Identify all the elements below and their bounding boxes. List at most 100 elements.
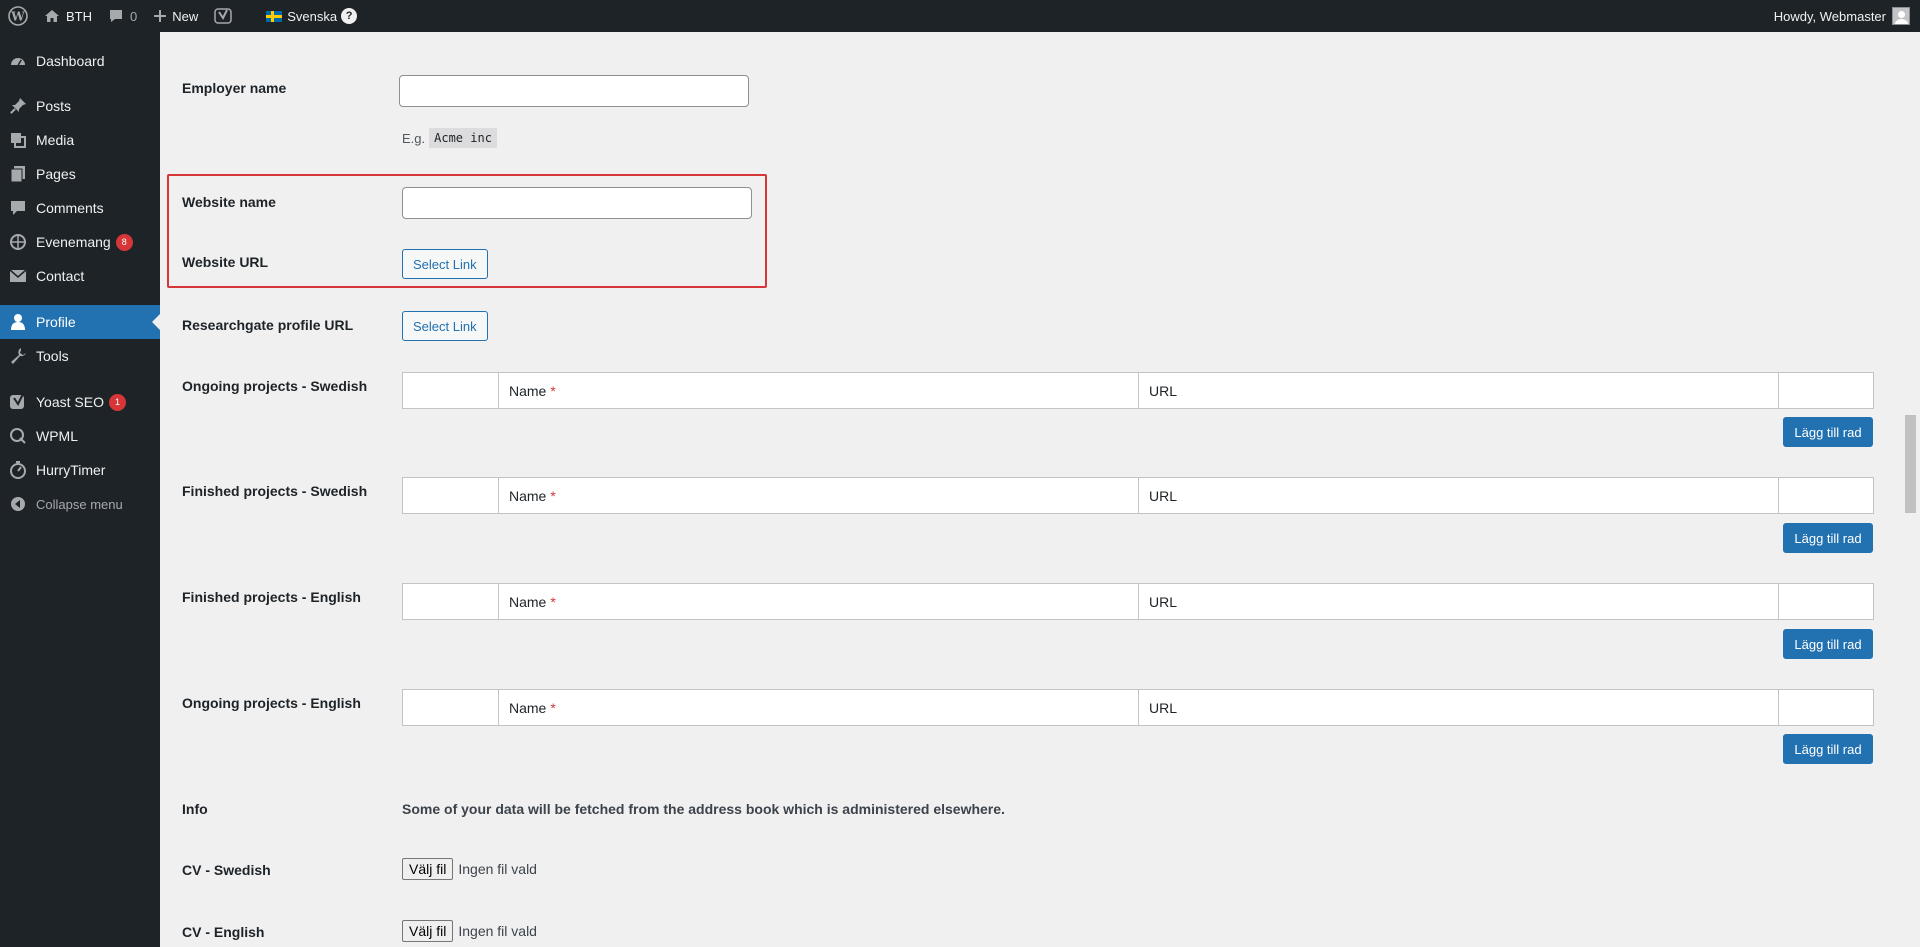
plus-icon [153, 9, 167, 23]
website-name-input[interactable] [402, 187, 752, 219]
add-row-button[interactable]: Lägg till rad [1783, 417, 1873, 447]
wordpress-logo-icon[interactable]: W [0, 0, 36, 32]
add-row-button[interactable]: Lägg till rad [1783, 523, 1873, 553]
info-text: Some of your data will be fetched from t… [402, 801, 1005, 817]
yoast-icon [214, 7, 232, 25]
url-column-header: URL [1139, 373, 1779, 408]
yoast-count-badge: 1 [108, 393, 126, 411]
url-column-header: URL [1139, 690, 1779, 725]
new-label: New [172, 8, 199, 24]
timer-icon [8, 460, 28, 480]
new-content-link[interactable]: New [145, 0, 206, 32]
hint-example-code: Acme inc [429, 128, 497, 148]
language-label: Svenska [287, 8, 338, 24]
url-column-header: URL [1139, 478, 1779, 513]
sidebar-item-media[interactable]: Media [0, 123, 160, 157]
employer-name-hint: E.g. Acme inc [402, 128, 497, 148]
researchgate-label: Researchgate profile URL [182, 317, 354, 333]
website-url-select-link-button[interactable]: Select Link [402, 249, 488, 279]
cv-swedish-label: CV - Swedish [182, 862, 271, 878]
file-status: Ingen fil vald [458, 861, 537, 877]
sidebar-item-wpml[interactable]: WPML [0, 419, 160, 453]
comment-icon [8, 198, 28, 218]
sidebar-item-posts[interactable]: Posts [0, 89, 160, 123]
collapse-icon [8, 494, 28, 514]
comments-count: 0 [130, 8, 138, 24]
name-column-header: Name * [499, 373, 1139, 408]
sidebar-item-yoast-seo[interactable]: Yoast SEO 1 [0, 385, 160, 419]
calendar-icon [8, 232, 28, 252]
home-icon [44, 8, 60, 24]
row-handle-column [403, 690, 499, 725]
actions-column [1779, 373, 1873, 408]
finished-projects-english-table: Name * URL [402, 583, 1874, 620]
sidebar-item-comments[interactable]: Comments [0, 191, 160, 225]
pin-icon [8, 96, 28, 116]
add-row-button[interactable]: Lägg till rad [1783, 734, 1873, 764]
dashboard-icon [8, 51, 28, 71]
scrollbar-thumb[interactable] [1905, 415, 1916, 513]
wrench-icon [8, 346, 28, 366]
cv-swedish-file-input: Välj fil Ingen fil vald [402, 858, 537, 880]
website-url-label: Website URL [182, 254, 269, 270]
website-name-label: Website name [182, 194, 276, 210]
url-column-header: URL [1139, 584, 1779, 619]
evenemang-count-badge: 8 [115, 233, 133, 251]
mail-icon [8, 266, 28, 286]
choose-file-button[interactable]: Välj fil [402, 920, 454, 942]
choose-file-button[interactable]: Välj fil [402, 858, 454, 880]
ongoing-projects-english-label: Ongoing projects - English [182, 695, 361, 711]
user-icon [8, 312, 28, 332]
actions-column [1779, 478, 1873, 513]
actions-column [1779, 584, 1873, 619]
sidebar-item-evenemang[interactable]: Evenemang 8 [0, 225, 160, 259]
admin-bar: W BTH 0 New Svenska ? Howdy, Webmaster [0, 0, 1920, 32]
finished-projects-swedish-label: Finished projects - Swedish [182, 483, 368, 499]
ongoing-projects-swedish-table: Name * URL [402, 372, 1874, 409]
ongoing-projects-english-table: Name * URL [402, 689, 1874, 726]
comment-icon [108, 8, 124, 24]
add-row-button[interactable]: Lägg till rad [1783, 629, 1873, 659]
finished-projects-english-label: Finished projects - English [182, 589, 361, 605]
finished-projects-swedish-table: Name * URL [402, 477, 1874, 514]
cv-english-file-input: Välj fil Ingen fil vald [402, 920, 537, 942]
name-column-header: Name * [499, 584, 1139, 619]
actions-column [1779, 690, 1873, 725]
greeting: Howdy, Webmaster [1773, 8, 1886, 24]
employer-name-input[interactable] [399, 75, 749, 107]
row-handle-column [403, 584, 499, 619]
info-label: Info [182, 801, 208, 817]
collapse-menu-button[interactable]: Collapse menu [0, 487, 160, 521]
row-handle-column [403, 478, 499, 513]
media-icon [8, 130, 28, 150]
language-switcher[interactable]: Svenska ? [258, 0, 365, 32]
sidebar-item-hurrytimer[interactable]: HurryTimer [0, 453, 160, 487]
avatar [1892, 7, 1910, 25]
my-account-link[interactable]: Howdy, Webmaster [1766, 0, 1920, 32]
site-name-link[interactable]: BTH [36, 0, 100, 32]
sidebar-item-dashboard[interactable]: Dashboard [0, 44, 160, 78]
pages-icon [8, 164, 28, 184]
cv-english-label: CV - English [182, 924, 265, 940]
ongoing-projects-swedish-label: Ongoing projects - Swedish [182, 378, 368, 394]
sidebar-item-pages[interactable]: Pages [0, 157, 160, 191]
name-column-header: Name * [499, 690, 1139, 725]
sidebar-item-tools[interactable]: Tools [0, 339, 160, 373]
yoast-icon [8, 392, 28, 412]
employer-name-label: Employer name [182, 80, 287, 96]
svg-text:W: W [10, 10, 25, 24]
wpml-icon [8, 426, 28, 446]
site-name: BTH [66, 8, 92, 24]
name-column-header: Name * [499, 478, 1139, 513]
researchgate-select-link-button[interactable]: Select Link [402, 311, 488, 341]
profile-form: Employer name E.g. Acme inc Website name… [160, 32, 1920, 947]
help-icon: ? [341, 8, 358, 24]
sidebar-item-profile[interactable]: Profile [0, 305, 160, 339]
file-status: Ingen fil vald [458, 923, 537, 939]
sidebar-item-contact[interactable]: Contact [0, 259, 160, 293]
yoast-adminbar-link[interactable] [206, 0, 240, 32]
comments-link[interactable]: 0 [100, 0, 145, 32]
admin-sidebar: Dashboard Posts Media Pages Comments Eve… [0, 32, 160, 947]
swedish-flag-icon [266, 10, 283, 22]
row-handle-column [403, 373, 499, 408]
